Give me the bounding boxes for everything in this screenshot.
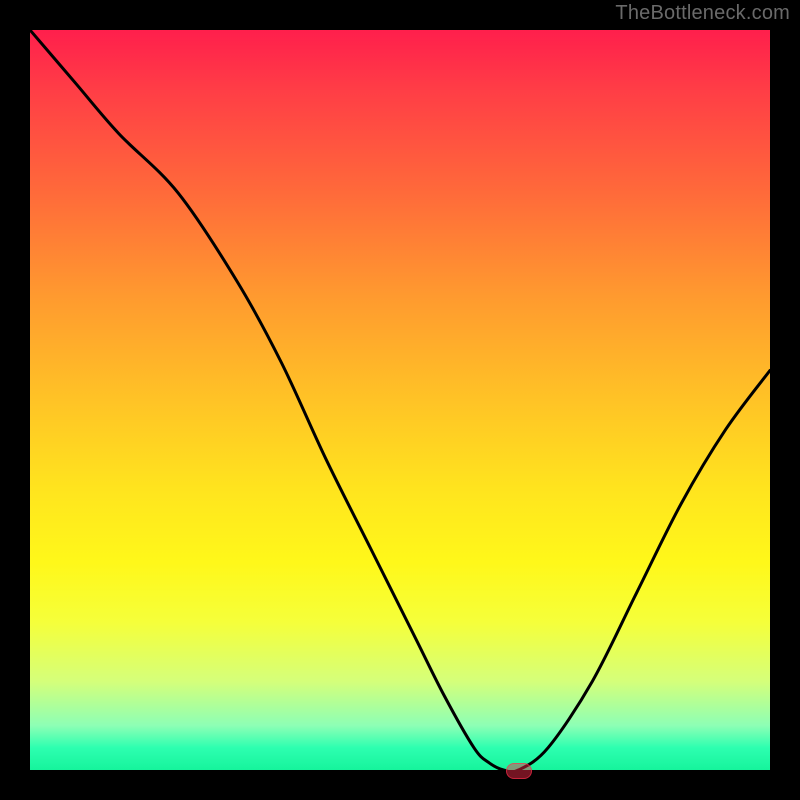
bottleneck-curve	[30, 30, 770, 770]
plot-area	[30, 30, 770, 770]
watermark-text: TheBottleneck.com	[615, 2, 790, 25]
chart-frame: TheBottleneck.com	[0, 0, 800, 800]
